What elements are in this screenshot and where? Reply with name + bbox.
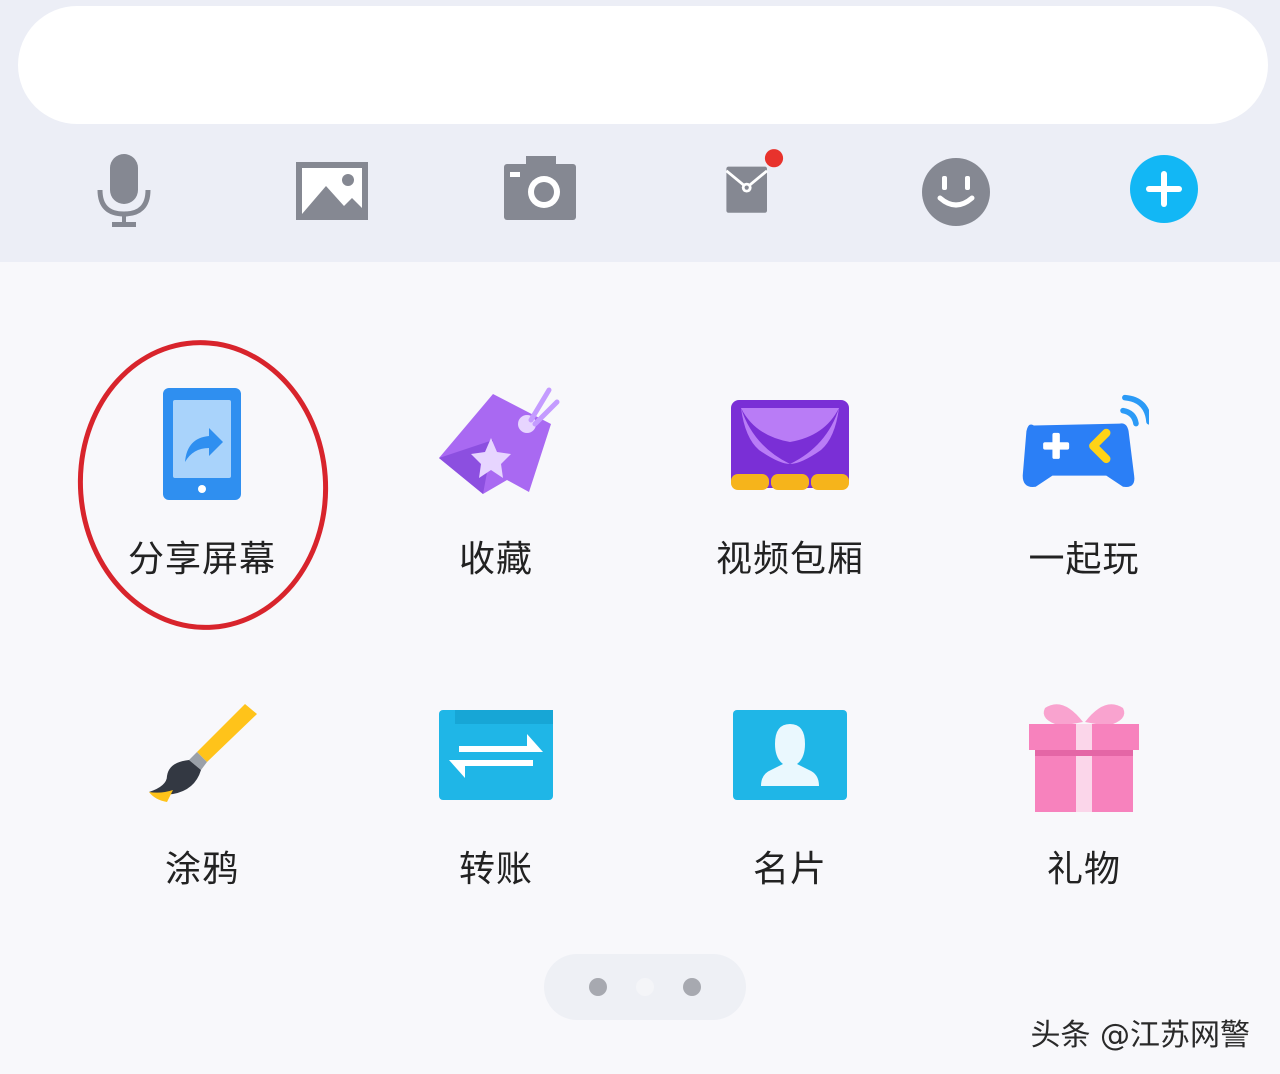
doodle-icon bbox=[137, 690, 267, 820]
video-box-item[interactable]: 视频包厢 bbox=[660, 380, 920, 620]
video-box-label: 视频包厢 bbox=[715, 539, 864, 580]
transfer-item[interactable]: 转账 bbox=[366, 690, 626, 930]
plus-icon[interactable] bbox=[1124, 152, 1204, 232]
watermark: 头条 @江苏网警 bbox=[1030, 1018, 1250, 1053]
page-dot[interactable] bbox=[589, 978, 607, 996]
transfer-icon bbox=[431, 690, 561, 820]
doodle-item[interactable]: 涂鸦 bbox=[72, 690, 332, 930]
gift-item[interactable]: 礼物 bbox=[954, 690, 1214, 930]
video-box-icon bbox=[725, 380, 855, 510]
play-together-icon bbox=[1019, 380, 1149, 510]
page-dot-active[interactable] bbox=[636, 978, 654, 996]
camera-icon[interactable] bbox=[500, 152, 580, 232]
emoji-icon[interactable] bbox=[916, 152, 996, 232]
play-together-label: 一起玩 bbox=[1028, 539, 1140, 580]
gift-label: 礼物 bbox=[1046, 849, 1121, 890]
page-indicator bbox=[544, 954, 746, 1020]
message-input[interactable] bbox=[18, 6, 1268, 124]
microphone-icon[interactable] bbox=[84, 152, 164, 232]
business-card-icon bbox=[725, 690, 855, 820]
red-packet-icon[interactable] bbox=[708, 149, 788, 232]
business-card-label: 名片 bbox=[752, 849, 827, 890]
image-icon[interactable] bbox=[292, 152, 372, 232]
notification-dot bbox=[764, 149, 784, 168]
favorites-item[interactable]: 收藏 bbox=[366, 380, 626, 620]
doodle-label: 涂鸦 bbox=[164, 849, 239, 890]
favorites-label: 收藏 bbox=[458, 539, 533, 580]
favorites-icon bbox=[431, 380, 561, 510]
transfer-label: 转账 bbox=[458, 849, 533, 890]
input-toolbar-area bbox=[0, 0, 1280, 262]
play-together-item[interactable]: 一起玩 bbox=[954, 380, 1214, 620]
business-card-item[interactable]: 名片 bbox=[660, 690, 920, 930]
gift-icon bbox=[1019, 690, 1149, 820]
page-dot[interactable] bbox=[683, 978, 701, 996]
